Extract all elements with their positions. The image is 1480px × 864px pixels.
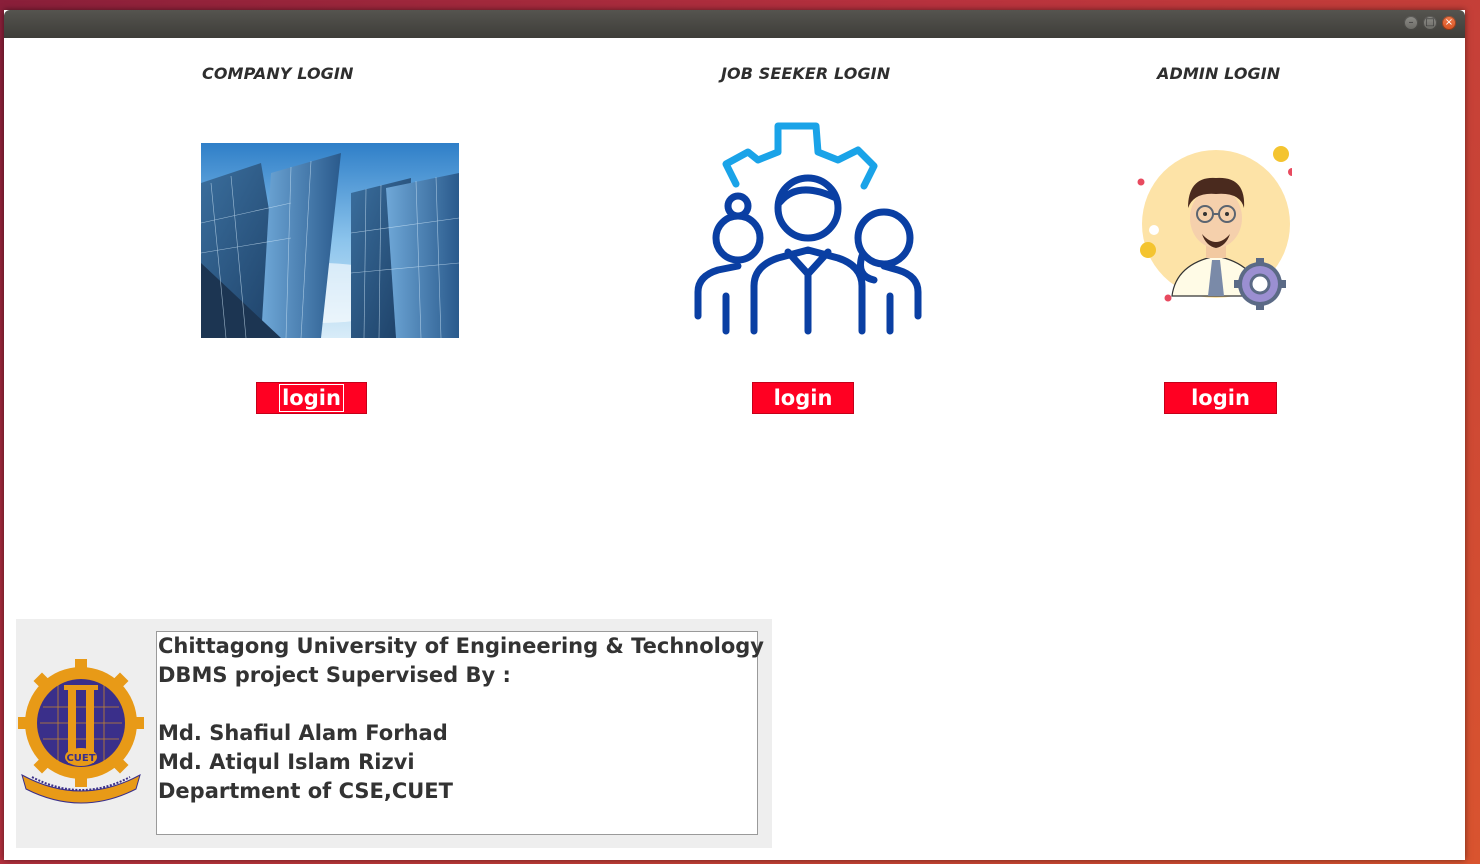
svg-text:CUET: CUET bbox=[66, 753, 95, 764]
footer-panel: CUET Chittagong University of Engineerin… bbox=[16, 619, 772, 848]
company-login-button[interactable]: login bbox=[256, 382, 367, 414]
app-window: – □ × COMPANY LOGIN login JOB SEEKER LOG… bbox=[4, 10, 1465, 860]
cuet-logo: CUET bbox=[18, 659, 144, 804]
job-seeker-login-button-label: login bbox=[773, 386, 833, 410]
info-line-supervised: DBMS project Supervised By : bbox=[158, 663, 511, 687]
info-line-blank bbox=[158, 690, 757, 719]
team-gear-icon bbox=[694, 122, 922, 335]
job-seeker-login-button[interactable]: login bbox=[752, 382, 854, 414]
company-login-button-label: login bbox=[279, 384, 344, 412]
info-line-supervisor-1: Md. Shafiul Alam Forhad bbox=[158, 721, 448, 745]
info-line-supervisor-2: Md. Atiqul Islam Rizvi bbox=[158, 750, 415, 774]
title-bar: – □ × bbox=[4, 10, 1465, 38]
admin-login-button[interactable]: login bbox=[1164, 382, 1277, 414]
info-line-department: Department of CSE,CUET bbox=[158, 779, 453, 803]
maximize-icon[interactable]: □ bbox=[1423, 16, 1437, 30]
close-icon[interactable]: × bbox=[1442, 16, 1456, 30]
admin-avatar-icon bbox=[1137, 146, 1292, 310]
company-login-title: COMPANY LOGIN bbox=[202, 64, 354, 83]
minimize-icon[interactable]: – bbox=[1404, 16, 1418, 30]
admin-login-title: ADMIN LOGIN bbox=[1157, 64, 1281, 83]
main-content: COMPANY LOGIN login JOB SEEKER LOGIN log… bbox=[4, 38, 1465, 860]
job-seeker-login-title: JOB SEEKER LOGIN bbox=[721, 64, 891, 83]
info-line-university: Chittagong University of Engineering & T… bbox=[158, 634, 764, 658]
admin-login-button-label: login bbox=[1191, 386, 1250, 410]
project-info-textbox: Chittagong University of Engineering & T… bbox=[156, 631, 764, 835]
office-buildings-image bbox=[201, 143, 459, 338]
